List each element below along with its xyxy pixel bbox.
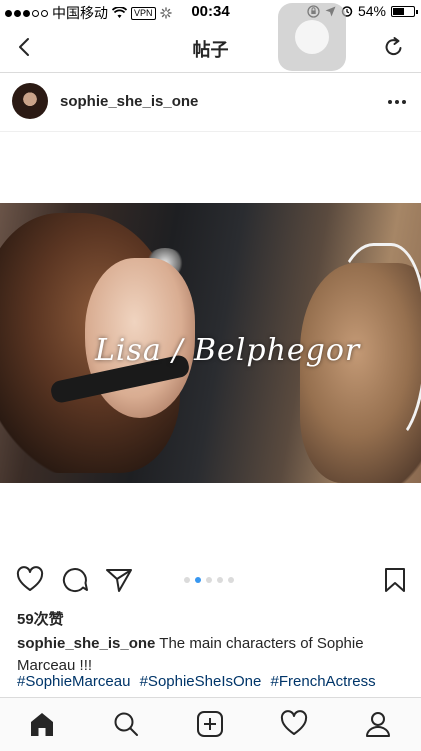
carousel-dot — [206, 577, 212, 583]
post-photo[interactable]: Lisa / Belphegor — [0, 203, 421, 483]
post-actions — [0, 562, 421, 598]
status-bar: 中国移动 VPN 00:34 54% — [0, 0, 421, 22]
heart-icon[interactable] — [280, 710, 308, 738]
comment-icon[interactable] — [61, 566, 89, 594]
assistive-touch-button[interactable] — [278, 3, 346, 71]
battery-icon — [391, 5, 418, 17]
carousel-dot — [184, 577, 190, 583]
hashtag-link[interactable]: #FrenchActress — [271, 673, 376, 690]
tab-bar — [0, 697, 421, 751]
caption-username[interactable]: sophie_she_is_one — [17, 635, 155, 652]
hashtag-list: #SophieMarceau #SophieSheIsOne #FrenchAc… — [17, 671, 412, 698]
nav-bar: 帖子 — [0, 3, 421, 73]
page-title: 帖子 — [192, 40, 229, 60]
home-icon[interactable] — [28, 710, 56, 738]
carousel-indicator — [184, 577, 234, 583]
hashtag-link[interactable]: #SophieMarceau — [17, 673, 130, 690]
share-icon[interactable] — [105, 566, 133, 594]
carousel-dot — [228, 577, 234, 583]
photo-caption-text: Lisa / Belphegor — [95, 333, 361, 368]
post-header: sophie_she_is_one — [0, 73, 421, 132]
add-post-icon[interactable] — [196, 710, 224, 738]
more-options-icon[interactable] — [388, 100, 406, 104]
like-count[interactable]: 59次赞 — [17, 608, 64, 629]
battery-percent: 54% — [357, 3, 386, 19]
heart-icon[interactable] — [16, 566, 44, 594]
carousel-dot — [195, 577, 201, 583]
avatar[interactable] — [12, 83, 48, 119]
post-username[interactable]: sophie_she_is_one — [60, 93, 198, 110]
profile-icon[interactable] — [364, 710, 392, 738]
refresh-icon[interactable] — [383, 36, 405, 58]
search-icon[interactable] — [112, 710, 140, 738]
bookmark-icon[interactable] — [381, 566, 409, 594]
carousel-dot — [217, 577, 223, 583]
battery-fill — [393, 7, 404, 15]
hashtag-link[interactable]: #SophieSheIsOne — [140, 673, 262, 690]
